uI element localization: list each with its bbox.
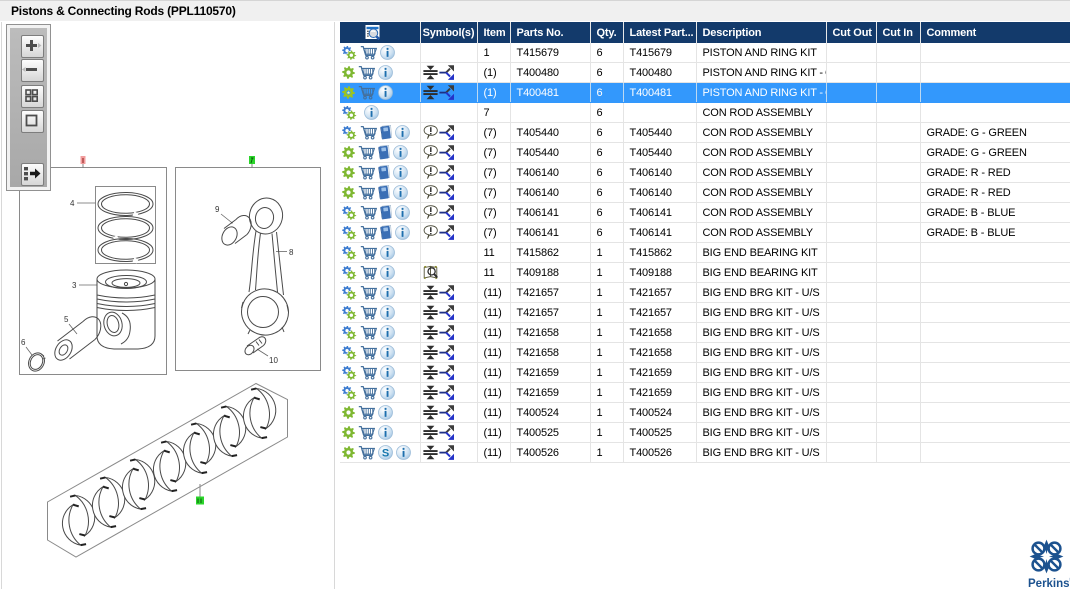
svg-text:6: 6 [21,338,26,347]
svg-text:8: 8 [289,248,294,257]
svg-text:4: 4 [70,199,75,208]
svg-text:5: 5 [64,315,69,324]
svg-text:9: 9 [215,205,220,214]
svg-text:10: 10 [269,356,278,365]
svg-text:3: 3 [72,281,77,290]
svg-text:Perkins: Perkins [1028,578,1070,590]
